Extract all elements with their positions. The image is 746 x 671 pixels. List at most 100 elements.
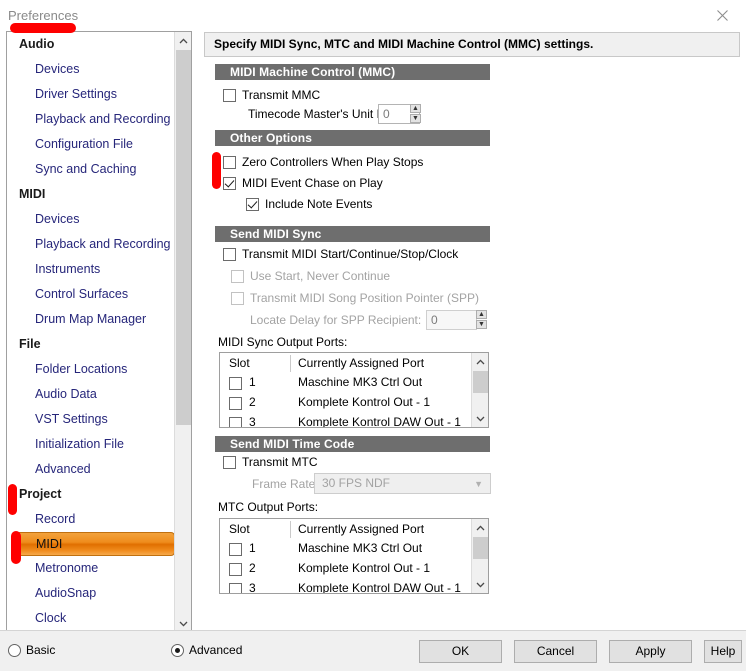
footer: Basic Advanced OK Cancel Apply Help — [0, 630, 746, 671]
ok-button[interactable]: OK — [419, 640, 502, 663]
sidebar-item-clock[interactable]: Clock — [7, 606, 175, 631]
mode-basic-radio[interactable]: Basic — [8, 643, 55, 657]
chevron-down-icon — [476, 582, 485, 588]
mode-advanced-label: Advanced — [189, 643, 243, 657]
row-checkbox[interactable] — [229, 543, 242, 556]
locate-delay-label: Locate Delay for SPP Recipient: — [250, 313, 422, 327]
sidebar-item-drum-map-manager[interactable]: Drum Map Manager — [7, 307, 175, 332]
chevron-down-icon: ▼ — [474, 479, 483, 489]
sidebar-item-project-midi[interactable]: MIDI — [13, 532, 175, 556]
row-checkbox[interactable] — [229, 583, 242, 593]
title-bar: Preferences — [0, 0, 746, 30]
sidebar-item-midi-devices[interactable]: Devices — [7, 207, 175, 232]
unit-id-spinner-up[interactable]: ▲ — [410, 104, 421, 113]
sidebar-group-file: File — [19, 337, 41, 351]
midi-sync-output-ports-table[interactable]: Slot Currently Assigned Port 1 Maschine … — [219, 352, 489, 428]
table-scroll-thumb[interactable] — [473, 371, 488, 393]
use-start-never-continue-checkbox — [231, 270, 244, 283]
table-scroll-up-button[interactable] — [472, 353, 488, 370]
table-row[interactable]: 1 Maschine MK3 Ctrl Out — [220, 540, 488, 560]
sidebar-list: Audio Devices Driver Settings Playback a… — [7, 32, 175, 631]
row-port: Komplete Kontrol Out - 1 — [298, 561, 431, 575]
zero-controllers-checkbox[interactable] — [223, 156, 236, 169]
zero-controllers-label: Zero Controllers When Play Stops — [242, 155, 424, 169]
cancel-button[interactable]: Cancel — [514, 640, 597, 663]
section-header-send-mtc: Send MIDI Time Code — [215, 436, 490, 452]
close-button[interactable] — [700, 2, 744, 28]
sidebar-item-initialization-file[interactable]: Initialization File — [7, 432, 175, 457]
transmit-mtc-label: Transmit MTC — [242, 455, 318, 469]
section-header-send-midi-sync: Send MIDI Sync — [215, 226, 490, 242]
sidebar-item-control-surfaces[interactable]: Control Surfaces — [7, 282, 175, 307]
table-row[interactable]: 3 Komplete Kontrol DAW Out - 1 — [220, 414, 488, 428]
close-icon — [716, 9, 728, 21]
table-scrollbar[interactable] — [471, 353, 488, 427]
table-header: Slot Currently Assigned Port — [220, 519, 488, 540]
sidebar-item-metronome[interactable]: Metronome — [7, 556, 175, 581]
row-checkbox[interactable] — [229, 397, 242, 410]
help-button[interactable]: Help — [704, 640, 742, 663]
unit-id-spinner-down[interactable]: ▼ — [410, 114, 421, 123]
sidebar-item-vst-settings[interactable]: VST Settings — [7, 407, 175, 432]
sidebar-item-sync-and-caching[interactable]: Sync and Caching — [7, 157, 175, 182]
sidebar-item-audiosnap[interactable]: AudioSnap — [7, 581, 175, 606]
unit-id-label: Timecode Master's Unit ID: — [248, 107, 392, 121]
mode-basic-label: Basic — [26, 643, 56, 657]
sidebar-item-instruments[interactable]: Instruments — [7, 257, 175, 282]
row-port: Komplete Kontrol DAW Out - 1 — [298, 415, 461, 428]
section-header-mmc: MIDI Machine Control (MMC) — [215, 64, 490, 80]
row-slot: 1 — [249, 541, 256, 555]
sidebar-scroll-thumb[interactable] — [176, 50, 191, 425]
chevron-up-icon — [476, 524, 485, 530]
sidebar-item-advanced[interactable]: Advanced — [7, 457, 175, 482]
mode-advanced-radio[interactable]: Advanced — [171, 643, 242, 657]
row-checkbox[interactable] — [229, 417, 242, 427]
table-scroll-thumb[interactable] — [473, 537, 488, 559]
row-slot: 2 — [249, 561, 256, 575]
table-scroll-down-button[interactable] — [472, 576, 488, 593]
locate-delay-spinner-up: ▲ — [476, 310, 487, 319]
table-scrollbar[interactable] — [471, 519, 488, 593]
row-port: Komplete Kontrol Out - 1 — [298, 395, 431, 409]
transmit-mtc-checkbox[interactable] — [223, 456, 236, 469]
sidebar-scrollbar[interactable] — [174, 32, 191, 632]
transmit-mmc-checkbox[interactable] — [223, 89, 236, 102]
sidebar-item-midi-playback-and-recording[interactable]: Playback and Recording — [7, 232, 175, 257]
sidebar-item-configuration-file[interactable]: Configuration File — [7, 132, 175, 157]
frame-rate-label: Frame Rate: — [252, 477, 319, 491]
sidebar-item-record[interactable]: Record — [7, 507, 175, 532]
transmit-mmc-label: Transmit MMC — [242, 88, 321, 102]
midi-event-chase-label: MIDI Event Chase on Play — [242, 176, 383, 190]
table-column-divider — [290, 521, 291, 538]
table-column-divider — [290, 355, 291, 372]
include-note-events-checkbox[interactable] — [246, 198, 259, 211]
chevron-down-icon — [476, 416, 485, 422]
mtc-output-ports-table[interactable]: Slot Currently Assigned Port 1 Maschine … — [219, 518, 489, 594]
table-scroll-down-button[interactable] — [472, 410, 488, 427]
sidebar-item-folder-locations[interactable]: Folder Locations — [7, 357, 175, 382]
table-row[interactable]: 1 Maschine MK3 Ctrl Out — [220, 374, 488, 394]
transmit-spp-label: Transmit MIDI Song Position Pointer (SPP… — [250, 291, 479, 305]
sidebar-scroll-up-button[interactable] — [175, 32, 191, 49]
sidebar-item-audio-devices[interactable]: Devices — [7, 57, 175, 82]
table-row[interactable]: 3 Komplete Kontrol DAW Out - 1 — [220, 580, 488, 594]
table-scroll-up-button[interactable] — [472, 519, 488, 536]
unit-id-spinner[interactable]: ▲ ▼ — [410, 104, 421, 124]
chevron-up-icon — [179, 37, 188, 43]
sidebar-item-audio-data[interactable]: Audio Data — [7, 382, 175, 407]
midi-event-chase-checkbox[interactable] — [223, 177, 236, 190]
row-checkbox[interactable] — [229, 563, 242, 576]
chevron-up-icon — [476, 358, 485, 364]
sidebar-item-audio-playback-and-recording[interactable]: Playback and Recording — [7, 107, 175, 132]
frame-rate-select: 30 FPS NDF ▼ — [314, 473, 491, 494]
transmit-spp-checkbox — [231, 292, 244, 305]
sidebar-item-driver-settings[interactable]: Driver Settings — [7, 82, 175, 107]
transmit-midi-clock-checkbox[interactable] — [223, 248, 236, 261]
sidebar-group-midi: MIDI — [19, 187, 46, 201]
row-port: Komplete Kontrol DAW Out - 1 — [298, 581, 461, 594]
table-row[interactable]: 2 Komplete Kontrol Out - 1 — [220, 394, 488, 414]
table-row[interactable]: 2 Komplete Kontrol Out - 1 — [220, 560, 488, 580]
row-checkbox[interactable] — [229, 377, 242, 390]
frame-rate-value: 30 FPS NDF — [322, 476, 391, 490]
apply-button[interactable]: Apply — [609, 640, 692, 663]
